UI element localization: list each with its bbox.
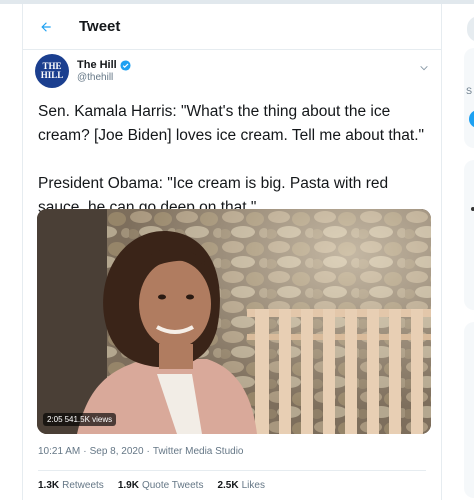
quote-tweets-stat[interactable]: 1.9K Quote Tweets bbox=[118, 480, 204, 491]
chevron-down-icon bbox=[420, 66, 428, 71]
sidebar-card bbox=[464, 322, 474, 498]
user-handle[interactable]: @thehill bbox=[77, 72, 131, 83]
video-thumbnail bbox=[37, 209, 431, 434]
retweets-stat[interactable]: 1.3K Retweets bbox=[38, 480, 104, 491]
retweets-label: Retweets bbox=[62, 480, 104, 491]
author-names: The Hill @thehill bbox=[77, 59, 131, 83]
tweet-stats: 1.3K Retweets 1.9K Quote Tweets 2.5K Lik… bbox=[38, 480, 265, 491]
sidebar-card bbox=[464, 160, 474, 310]
tweet-metadata: 10:21 AM · Sep 8, 2020 · Twitter Media S… bbox=[38, 446, 244, 457]
quote-tweets-label: Quote Tweets bbox=[141, 480, 204, 491]
arrow-left-icon bbox=[41, 21, 51, 32]
tweet-source[interactable]: Twitter Media Studio bbox=[153, 446, 244, 457]
likes-count: 2.5K bbox=[217, 480, 239, 491]
tweet-paragraph: Sen. Kamala Harris: "What's the thing ab… bbox=[38, 103, 425, 144]
video-views: 541.5K views bbox=[64, 415, 113, 424]
video-info-badge: 2:05 541.5K views bbox=[43, 413, 117, 426]
tweet-date[interactable]: Sep 8, 2020 bbox=[90, 446, 144, 457]
retweets-count: 1.3K bbox=[38, 480, 60, 491]
likes-label: Likes bbox=[241, 480, 265, 491]
video-duration: 2:05 bbox=[47, 415, 63, 424]
tweet-column: Tweet THE HILL The Hill @thehill Sen. Ka… bbox=[22, 4, 442, 500]
more-options-button[interactable] bbox=[419, 60, 429, 78]
avatar-text-bottom: HILL bbox=[40, 70, 64, 80]
avatar[interactable]: THE HILL bbox=[35, 54, 69, 88]
tweet-time[interactable]: 10:21 AM bbox=[38, 446, 80, 457]
video-player[interactable]: 2:05 541.5K views bbox=[37, 209, 431, 434]
back-button[interactable] bbox=[23, 4, 69, 50]
quote-tweets-count: 1.9K bbox=[117, 480, 139, 491]
likes-stat[interactable]: 2.5K Likes bbox=[217, 480, 264, 491]
header: Tweet bbox=[23, 4, 441, 50]
page-title: Tweet bbox=[79, 18, 121, 35]
display-name[interactable]: The Hill bbox=[77, 59, 117, 71]
verified-badge-icon bbox=[120, 59, 131, 71]
sidebar-card-heading: S bbox=[466, 86, 473, 96]
separator-dot: · bbox=[83, 446, 87, 457]
display-name-row: The Hill bbox=[77, 59, 131, 71]
tweet-author: THE HILL The Hill @thehill bbox=[35, 54, 131, 88]
divider bbox=[38, 470, 426, 471]
separator-dot: · bbox=[146, 446, 150, 457]
sidebar-card bbox=[464, 48, 474, 148]
